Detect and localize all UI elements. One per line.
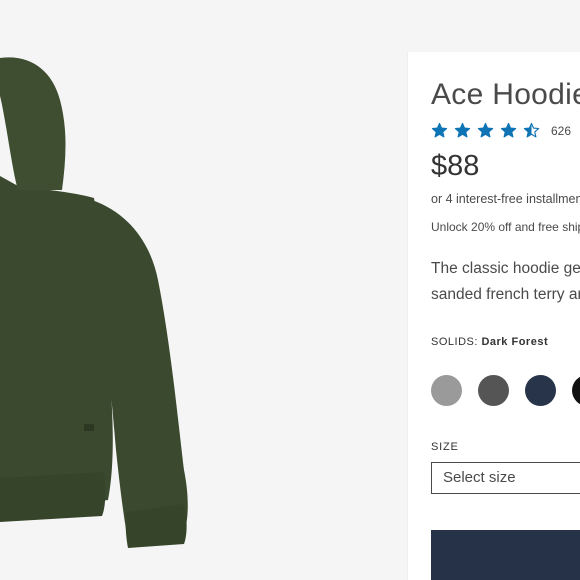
hoodie-image bbox=[0, 57, 188, 548]
product-gallery bbox=[0, 0, 407, 580]
description-line: The classic hoodie gets bbox=[431, 260, 580, 277]
product-details-panel: Ace Hoodie 626 $88 or 4 interest-free in… bbox=[407, 52, 580, 580]
hoodie-hem bbox=[0, 472, 106, 522]
installments-text[interactable]: or 4 interest-free installments bbox=[431, 192, 580, 206]
product-description: The classic hoodie gets sanded french te… bbox=[431, 256, 580, 308]
swatch-navy[interactable] bbox=[525, 375, 556, 406]
hoodie-hood bbox=[0, 57, 66, 190]
product-title: Ace Hoodie bbox=[431, 78, 580, 111]
hoodie-logo-patch bbox=[84, 424, 94, 431]
star-icon bbox=[454, 122, 471, 138]
star-icon bbox=[523, 122, 540, 138]
star-icon bbox=[477, 122, 494, 138]
size-select[interactable]: Select size bbox=[431, 462, 580, 494]
hoodie-body bbox=[0, 176, 113, 514]
review-count[interactable]: 626 bbox=[551, 124, 571, 138]
color-group-label: SOLIDS: bbox=[431, 336, 478, 348]
swatch-black[interactable] bbox=[572, 375, 580, 406]
product-price: $88 bbox=[431, 150, 480, 182]
rating-row[interactable]: 626 bbox=[431, 122, 571, 139]
add-to-cart-button[interactable] bbox=[431, 530, 580, 580]
size-label: SIZE bbox=[431, 441, 459, 453]
star-icon bbox=[431, 122, 448, 138]
swatch-light-heather-gray[interactable] bbox=[431, 375, 462, 406]
star-rating bbox=[431, 122, 540, 139]
description-line: sanded french terry and bbox=[431, 286, 580, 303]
swatch-charcoal-heather[interactable] bbox=[478, 375, 509, 406]
star-icon bbox=[500, 122, 517, 138]
color-swatches bbox=[431, 375, 580, 406]
promo-text[interactable]: Unlock 20% off and free shipping bbox=[431, 220, 580, 234]
selected-color-name: Dark Forest bbox=[481, 336, 549, 348]
color-label: SOLIDS: Dark Forest bbox=[431, 336, 548, 348]
